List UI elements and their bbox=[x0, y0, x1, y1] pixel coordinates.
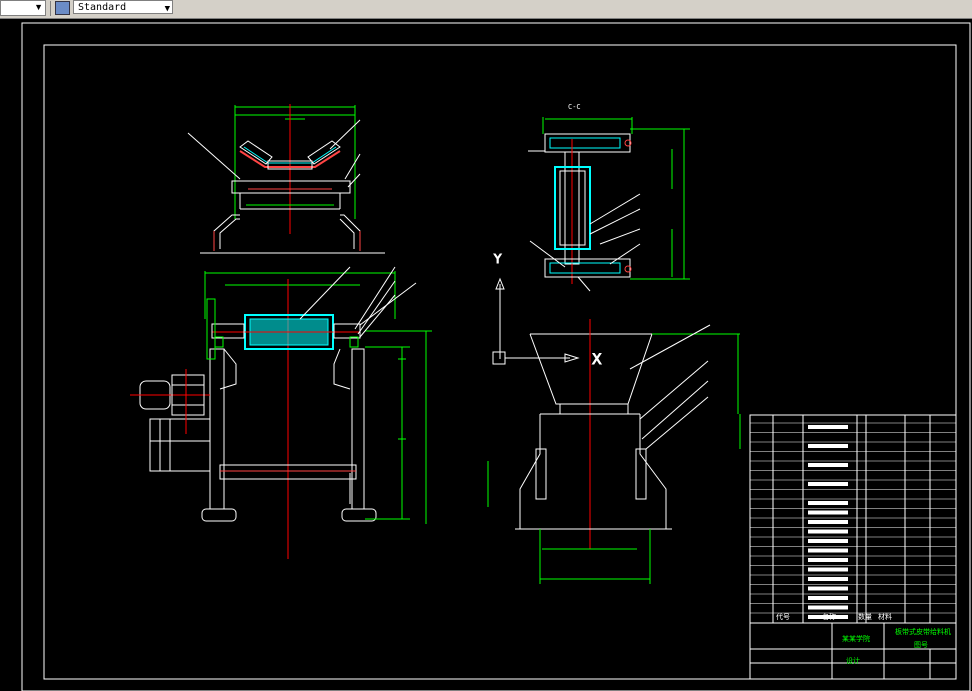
bom-cell-text bbox=[808, 596, 848, 600]
bom-cell-text bbox=[808, 539, 848, 543]
title-block-title: 板带式皮带给料机 bbox=[895, 627, 951, 636]
text-style-dropdown[interactable]: Standard ▼ bbox=[73, 0, 173, 14]
front-elevation bbox=[130, 266, 432, 559]
toolbar: ▼ Standard ▼ bbox=[0, 0, 972, 19]
bom-cell-text bbox=[808, 529, 848, 534]
section-cc: C-C bbox=[528, 103, 690, 292]
title-block-code-label: 代号 bbox=[776, 612, 790, 621]
hopper-view bbox=[487, 319, 741, 584]
section-label-cc: C-C bbox=[568, 103, 581, 111]
text-style-value: Standard bbox=[78, 2, 127, 13]
title-block-designer: 设计 bbox=[846, 656, 860, 665]
bom-cell-text bbox=[808, 463, 848, 467]
bom-cell-text bbox=[808, 548, 848, 553]
text-style-icon[interactable] bbox=[55, 1, 70, 15]
title-block-drawing-no: 图号 bbox=[914, 641, 928, 649]
bom-cell-text bbox=[808, 577, 848, 581]
drawing-canvas[interactable]: C-C Y X 代号 名称 数量 材料 板带式皮带给料机 某某学院 设计 图号 bbox=[0, 19, 972, 691]
bom-cell-text bbox=[808, 444, 848, 448]
chevron-down-icon[interactable]: ▼ bbox=[165, 2, 170, 16]
bom-rows bbox=[750, 422, 956, 619]
bom-cell-text bbox=[808, 501, 848, 505]
title-block-qty-label: 数量 bbox=[858, 612, 872, 621]
bom-cell-text bbox=[808, 482, 848, 486]
inner-border bbox=[43, 44, 957, 680]
chevron-down-icon[interactable]: ▼ bbox=[34, 2, 43, 12]
bom-cell-text bbox=[808, 510, 848, 515]
title-block-name-label: 名称 bbox=[822, 612, 836, 621]
toolbar-separator bbox=[50, 1, 51, 16]
bom-cell-text bbox=[808, 605, 848, 610]
title-block-company: 某某学院 bbox=[842, 634, 870, 643]
axis-label-y: Y bbox=[493, 252, 502, 266]
bom-cell-text bbox=[808, 425, 848, 429]
bom-cell-text bbox=[808, 558, 848, 562]
outer-border bbox=[21, 22, 971, 691]
bom-cell-text bbox=[808, 567, 848, 572]
bom-cell-text bbox=[808, 520, 848, 524]
axis-label-x: X bbox=[592, 352, 602, 368]
title-block-material-label: 材料 bbox=[878, 612, 892, 621]
layer-dropdown[interactable]: ▼ bbox=[0, 0, 46, 16]
ucs-icon: Y X bbox=[492, 252, 603, 369]
idler-top-view bbox=[187, 104, 385, 254]
bom-cell-text bbox=[808, 586, 848, 591]
